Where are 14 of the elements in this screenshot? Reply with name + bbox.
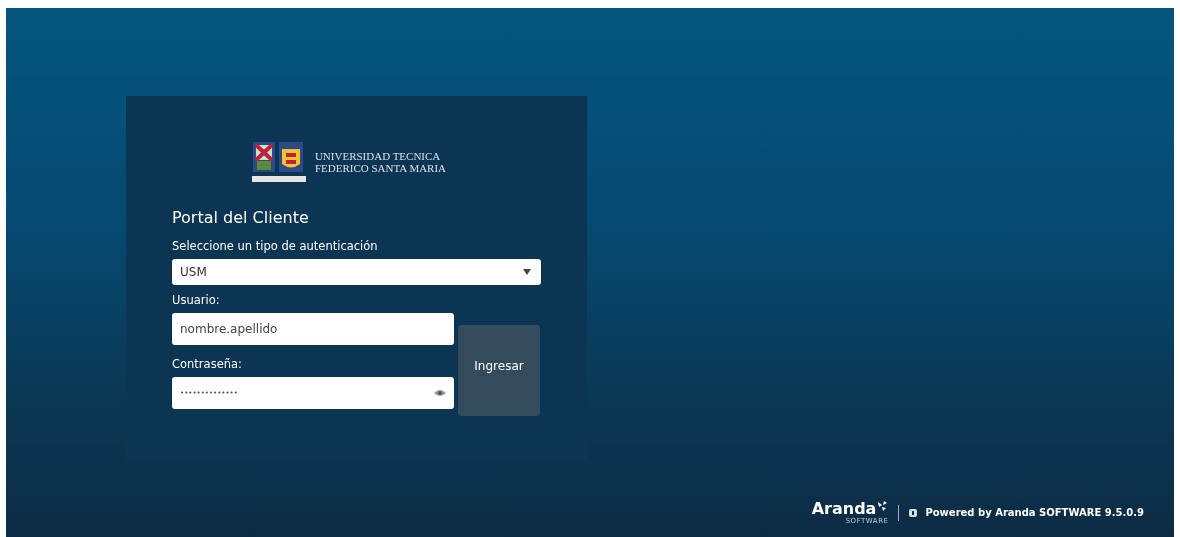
field-label: Contraseña: — [172, 357, 243, 371]
username-field[interactable]: nombre.apellido — [172, 313, 454, 345]
field-label: Seleccione un tipo de autenticación — [172, 239, 379, 253]
powered-by-text: Powered by Aranda SOFTWARE 9.5.0.9 — [925, 507, 1144, 518]
eye-icon[interactable] — [434, 389, 446, 397]
university-name: UNIVERSIDAD TECNICA — [314, 150, 442, 162]
auth-type-dropdown[interactable]: USM — [172, 259, 541, 285]
login-button[interactable]: Ingresar — [458, 325, 540, 416]
field-label: Usuario: — [172, 293, 221, 307]
portal-title: Portal del Cliente — [172, 208, 310, 227]
university-name: FEDERICO SANTA MARIA — [314, 162, 447, 174]
crest-icon — [250, 140, 307, 184]
brand-logo-text: Aranda — [811, 500, 877, 517]
caret-icon — [523, 269, 531, 275]
